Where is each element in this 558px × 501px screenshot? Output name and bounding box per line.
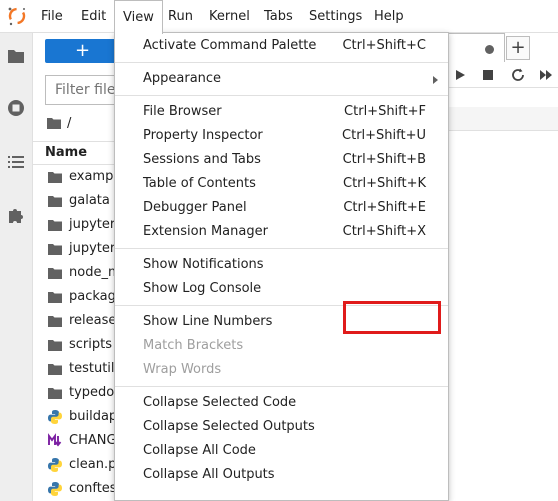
file-name: scripts [69, 337, 112, 352]
folder-icon [48, 340, 62, 351]
run-icon[interactable] [452, 67, 468, 83]
menu-run[interactable]: Run [160, 0, 201, 33]
menu-item-label: Table of Contents [143, 176, 256, 191]
extension-puzzle-icon[interactable] [5, 204, 27, 226]
menu-separator [115, 62, 448, 63]
menu-separator [115, 95, 448, 96]
fast-forward-icon[interactable] [538, 67, 554, 83]
folder-icon [47, 118, 61, 129]
menu-item-activate-command-palette[interactable]: Activate Command Palette Ctrl+Shift+C [115, 34, 448, 58]
file-name: jupyter- [69, 217, 120, 232]
folder-icon [48, 220, 62, 231]
document-header-strip [448, 107, 558, 131]
menu-item-table-of-contents[interactable]: Table of Contents Ctrl+Shift+K [115, 172, 448, 196]
menu-item-wrap-words: Wrap Words [115, 358, 448, 382]
menu-item-label: Collapse All Code [143, 443, 256, 458]
file-name: buildap [69, 409, 118, 424]
folder-icon [48, 172, 62, 183]
folder-icon [48, 268, 62, 279]
menu-item-show-notifications[interactable]: Show Notifications [115, 253, 448, 277]
submenu-arrow-icon [433, 76, 438, 84]
menu-item-label: Wrap Words [143, 362, 222, 377]
menu-item-shortcut: Ctrl+Shift+K [343, 176, 426, 191]
menu-item-file-browser[interactable]: File Browser Ctrl+Shift+F [115, 100, 448, 124]
menu-item-extension-manager[interactable]: Extension Manager Ctrl+Shift+X [115, 220, 448, 244]
add-tab-button[interactable]: + [506, 36, 530, 60]
menu-separator [115, 386, 448, 387]
unsaved-dot-icon [485, 45, 494, 54]
menu-item-collapse-selected-code[interactable]: Collapse Selected Code [115, 391, 448, 415]
file-name: CHANG [69, 433, 117, 448]
left-activity-bar [0, 33, 33, 501]
menu-separator [115, 248, 448, 249]
new-launcher-button[interactable]: + [45, 39, 120, 63]
menu-item-shortcut: Ctrl+Shift+F [344, 104, 426, 119]
python-icon [48, 410, 62, 424]
file-name: galata [69, 193, 110, 208]
column-name-header[interactable]: Name [45, 145, 87, 160]
menu-item-collapse-all-outputs[interactable]: Collapse All Outputs [115, 463, 448, 487]
folder-icon [48, 364, 62, 375]
menu-item-label: Appearance [143, 71, 222, 86]
file-name: node_m [69, 265, 121, 280]
menu-item-shortcut: Ctrl+Shift+E [343, 200, 426, 215]
menu-item-label: Show Log Console [143, 281, 262, 296]
menu-kernel[interactable]: Kernel [201, 0, 258, 33]
menu-item-label: Property Inspector [143, 128, 263, 143]
menu-item-collapse-all-code[interactable]: Collapse All Code [115, 439, 448, 463]
markdown-icon [48, 433, 62, 447]
folder-icon [48, 316, 62, 327]
stop-icon[interactable] [480, 67, 496, 83]
table-of-contents-icon[interactable] [5, 151, 27, 173]
menu-item-label: Collapse Selected Code [143, 395, 297, 410]
python-icon [48, 482, 62, 496]
notebook-tab[interactable] [448, 33, 505, 62]
menu-edit[interactable]: Edit [73, 0, 114, 33]
menu-item-label: Debugger Panel [143, 200, 247, 215]
menu-tabs[interactable]: Tabs [256, 0, 301, 33]
menu-item-label: Activate Command Palette [143, 38, 317, 53]
menu-item-label: Collapse All Outputs [143, 467, 275, 482]
restart-icon[interactable] [510, 67, 526, 83]
menu-item-label: Extension Manager [143, 224, 268, 239]
folder-icon[interactable] [5, 45, 27, 67]
menu-item-collapse-selected-outputs[interactable]: Collapse Selected Outputs [115, 415, 448, 439]
menu-item-property-inspector[interactable]: Property Inspector Ctrl+Shift+U [115, 124, 448, 148]
menu-item-shortcut: Ctrl+Shift+U [342, 128, 426, 143]
menu-item-shortcut: Ctrl+Shift+C [342, 38, 426, 53]
breadcrumb[interactable]: / [47, 115, 71, 131]
file-name: release [69, 313, 117, 328]
notebook-toolbar [448, 62, 558, 88]
folder-icon [48, 196, 62, 207]
menu-view[interactable]: View [114, 0, 163, 34]
menu-item-label: File Browser [143, 104, 222, 119]
folder-icon [48, 292, 62, 303]
menu-item-shortcut: Ctrl+Shift+X [342, 224, 426, 239]
menu-item-label: Sessions and Tabs [143, 152, 261, 167]
breadcrumb-root[interactable]: / [67, 116, 71, 131]
running-sessions-icon[interactable] [5, 97, 27, 119]
jupyter-logo-icon [8, 7, 26, 26]
menu-item-shortcut: Ctrl+Shift+B [342, 152, 426, 167]
view-menu-dropdown: Activate Command Palette Ctrl+Shift+C Appe… [114, 32, 449, 501]
folder-icon [48, 388, 62, 399]
menu-file[interactable]: File [33, 0, 71, 33]
menu-item-show-log-console[interactable]: Show Log Console [115, 277, 448, 301]
file-name: jupyterl [69, 241, 119, 256]
menu-bar: File Edit View Run Kernel Tabs Settings … [0, 0, 558, 34]
menu-item-debugger-panel[interactable]: Debugger Panel Ctrl+Shift+E [115, 196, 448, 220]
menu-item-label: Match Brackets [143, 338, 244, 353]
python-icon [48, 458, 62, 472]
menu-settings[interactable]: Settings [301, 0, 370, 33]
menu-item-sessions-and-tabs[interactable]: Sessions and Tabs Ctrl+Shift+B [115, 148, 448, 172]
menu-help[interactable]: Help [366, 0, 412, 33]
menu-item-match-brackets: Match Brackets [115, 334, 448, 358]
menu-item-label: Collapse Selected Outputs [143, 419, 315, 434]
menu-item-label: Show Line Numbers [143, 314, 273, 329]
menu-item-label: Show Notifications [143, 257, 264, 272]
folder-icon [48, 244, 62, 255]
highlight-annotation-box [343, 301, 441, 334]
menu-item-appearance[interactable]: Appearance [115, 67, 448, 91]
